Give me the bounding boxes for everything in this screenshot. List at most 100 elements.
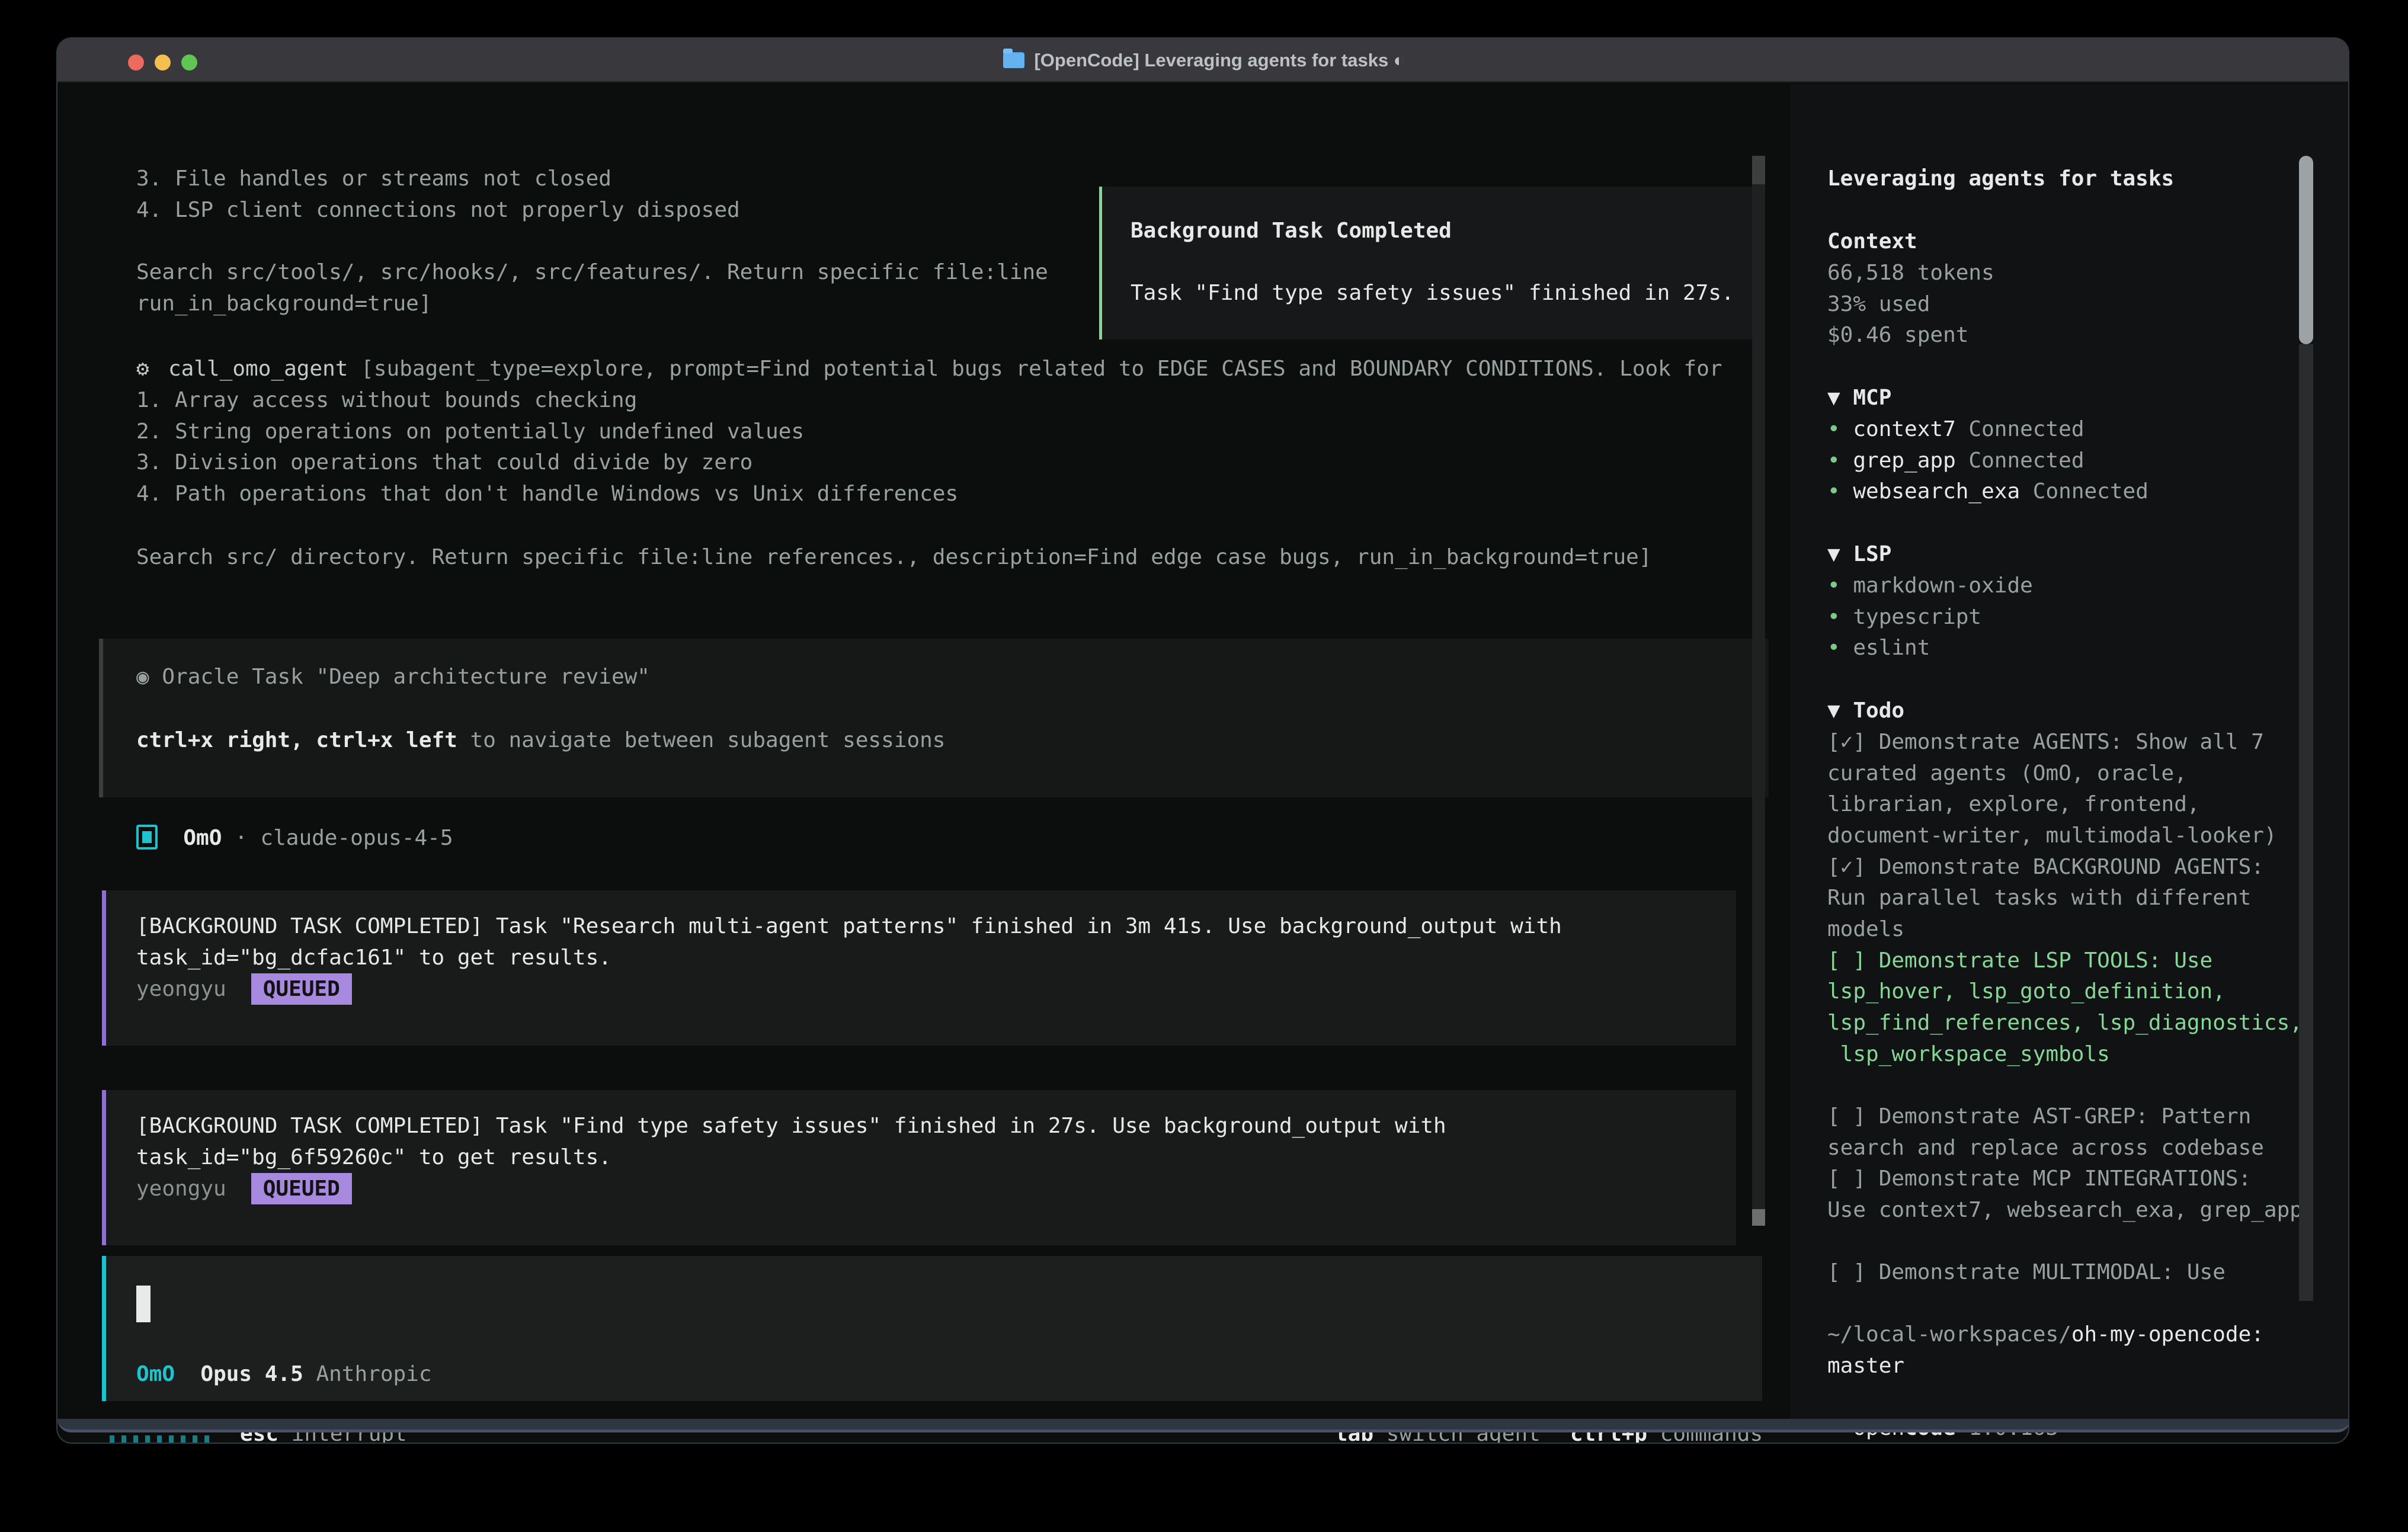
background-task-message: [BACKGROUND TASK COMPLETED] Task "Find t… <box>102 1090 1736 1245</box>
spinner-dot <box>145 1435 150 1444</box>
oracle-title: ◉ Oracle Task "Deep architecture review" <box>136 661 650 693</box>
lsp-item: • markdown-oxide <box>1827 570 2033 601</box>
status-dot-icon: • <box>1827 573 1853 598</box>
chat-line: 3. File handles or streams not closed <box>136 163 611 194</box>
input-meta: OmO Opus 4.5 Anthropic <box>136 1358 432 1390</box>
todo-line: librarian, explore, frontend, <box>1827 789 2200 820</box>
text-cursor <box>136 1286 150 1322</box>
chevron-down-icon: ▼ <box>1827 542 1840 566</box>
task-text-line: task_id="bg_6f59260c" to get results. <box>136 1142 611 1173</box>
workspace-branch: master <box>1827 1350 1904 1382</box>
chat-scrollbar-track[interactable] <box>1752 184 1765 1209</box>
todo-line: document-writer, multimodal-looker) <box>1827 820 2277 851</box>
agent-icon <box>136 825 158 850</box>
chevron-down-icon: ▼ <box>1827 698 1840 723</box>
status-dot-icon: • <box>1827 605 1853 629</box>
mcp-item: • context7 Connected <box>1827 414 2084 445</box>
todo-line: Run parallel tasks with different <box>1827 882 2251 914</box>
queued-badge: QUEUED <box>251 1173 352 1204</box>
queued-badge: QUEUED <box>251 973 352 1005</box>
window-footer-bar <box>57 1419 2349 1432</box>
input-provider-label: Anthropic <box>303 1362 432 1386</box>
context-used: 33% used <box>1827 289 1930 320</box>
chat-line: run_in_background=true] <box>136 288 432 319</box>
spinner-dot <box>193 1435 197 1444</box>
spinner-dot <box>110 1435 114 1444</box>
input-model-label: Opus 4.5 <box>200 1362 303 1386</box>
task-user: yeongyu <box>136 977 226 1001</box>
todo-section-header[interactable]: ▼ Todo <box>1827 695 1904 726</box>
context-tokens: 66,518 tokens <box>1827 257 1994 289</box>
context-spent: $0.46 spent <box>1827 319 1968 351</box>
tool-args <box>348 357 361 381</box>
task-user: yeongyu <box>136 1177 226 1201</box>
background-task-toast: Background Task Completed Task "Find typ… <box>1099 187 1764 339</box>
chat-line: Search src/tools/, src/hooks/, src/featu… <box>136 257 1048 288</box>
mcp-item: • grep_app Connected <box>1827 445 2084 476</box>
spinner-dot <box>157 1435 162 1444</box>
todo-line: [ ] Demonstrate AST-GREP: Pattern <box>1827 1101 2251 1132</box>
todo-line: [✓] Demonstrate BACKGROUND AGENTS: <box>1827 851 2264 883</box>
mcp-item: • websearch_exa Connected <box>1827 476 2148 507</box>
status-dot-icon: • <box>1827 636 1853 660</box>
session-title: Leveraging agents for tasks <box>1827 163 2174 194</box>
spinner-dot <box>121 1435 126 1444</box>
terminal-content: 3. File handles or streams not closed 4.… <box>57 84 2349 1432</box>
chevron-down-icon: ▼ <box>1827 386 1840 410</box>
todo-line: [✓] Demonstrate AGENTS: Show all 7 <box>1827 726 2264 758</box>
tool-call-line: ⚙call_omo_agent [subagent_type=explore, … <box>136 353 1722 384</box>
window-title: [OpenCode] Leveraging agents for tasks ◐ <box>57 39 2349 82</box>
window-titlebar: [OpenCode] Leveraging agents for tasks ◐ <box>57 39 2349 82</box>
tool-arg-line: 3. Division operations that could divide… <box>136 447 752 478</box>
todo-line: models <box>1827 914 1904 945</box>
status-dot-icon: • <box>1827 479 1853 504</box>
sidebar-scrollbar-track[interactable] <box>2299 344 2313 1301</box>
chat-line: 4. LSP client connections not properly d… <box>136 194 740 226</box>
todo-line-active: lsp_workspace_symbols <box>1827 1039 2110 1070</box>
workspace-path: ~/local-workspaces/oh-my-opencode: <box>1827 1319 2264 1350</box>
mcp-section-header[interactable]: ▼ MCP <box>1827 382 1891 414</box>
gear-icon: ⚙ <box>136 353 168 384</box>
input-agent-label: OmO <box>136 1362 175 1386</box>
prompt-input[interactable]: OmO Opus 4.5 Anthropic <box>102 1256 1762 1401</box>
todo-line: [ ] Demonstrate MULTIMODAL: Use <box>1827 1257 2226 1288</box>
lsp-section-header[interactable]: ▼ LSP <box>1827 539 1891 570</box>
tool-arg-line: 2. String operations on potentially unde… <box>136 416 804 447</box>
task-text-line: [BACKGROUND TASK COMPLETED] Task "Resear… <box>136 911 1562 942</box>
todo-line: search and replace across codebase <box>1827 1132 2264 1164</box>
spinner-dot <box>133 1435 138 1444</box>
toast-body: Task "Find type safety issues" finished … <box>1131 277 1734 309</box>
folder-icon <box>1003 52 1024 68</box>
todo-line: [ ] Demonstrate MCP INTEGRATIONS: <box>1827 1163 2251 1194</box>
spinner-dot <box>181 1435 185 1444</box>
chat-scrollbar-top[interactable] <box>1752 156 1765 184</box>
todo-line: curated agents (OmO, oracle, <box>1827 758 2187 789</box>
background-task-message: [BACKGROUND TASK COMPLETED] Task "Resear… <box>102 890 1736 1046</box>
task-text-line: task_id="bg_dcfac161" to get results. <box>136 942 611 973</box>
agent-model: claude-opus-4-5 <box>260 826 453 850</box>
sidebar-scrollbar-thumb[interactable] <box>2299 156 2313 344</box>
tool-arg-tail: Search src/ directory. Return specific f… <box>136 541 1652 573</box>
status-dot-icon: • <box>1827 417 1853 441</box>
spinner-dot <box>204 1435 209 1444</box>
toast-title: Background Task Completed <box>1131 215 1452 246</box>
oracle-hint: ctrl+x right, ctrl+x left to navigate be… <box>136 725 945 756</box>
opencode-window: [OpenCode] Leveraging agents for tasks ◐… <box>56 37 2349 1444</box>
todo-line-active: lsp_find_references, lsp_diagnostics, <box>1827 1007 2303 1039</box>
agent-header: OmO · claude-opus-4-5 <box>136 822 453 854</box>
task-meta: yeongyu QUEUED <box>136 1173 352 1204</box>
oracle-status-icon: ◉ <box>136 665 149 689</box>
agent-name: OmO <box>183 826 222 850</box>
status-dot-icon: • <box>1827 448 1853 473</box>
context-heading: Context <box>1827 226 1917 257</box>
task-meta: yeongyu QUEUED <box>136 973 352 1005</box>
spinner-dot <box>169 1435 174 1444</box>
tool-arg-line: 1. Array access without bounds checking <box>136 384 637 416</box>
lsp-item: • eslint <box>1827 632 1930 664</box>
todo-line: Use context7, websearch_exa, grep_app <box>1827 1194 2303 1226</box>
oracle-session-box: ◉ Oracle Task "Deep architecture review"… <box>99 639 1769 797</box>
tool-name: call_omo_agent <box>168 357 348 381</box>
desktop: [OpenCode] Leveraging agents for tasks ◐… <box>0 0 2408 1532</box>
todo-line-active: [ ] Demonstrate LSP TOOLS: Use <box>1827 945 2212 976</box>
chat-scrollbar-thumb[interactable] <box>1752 1209 1765 1226</box>
